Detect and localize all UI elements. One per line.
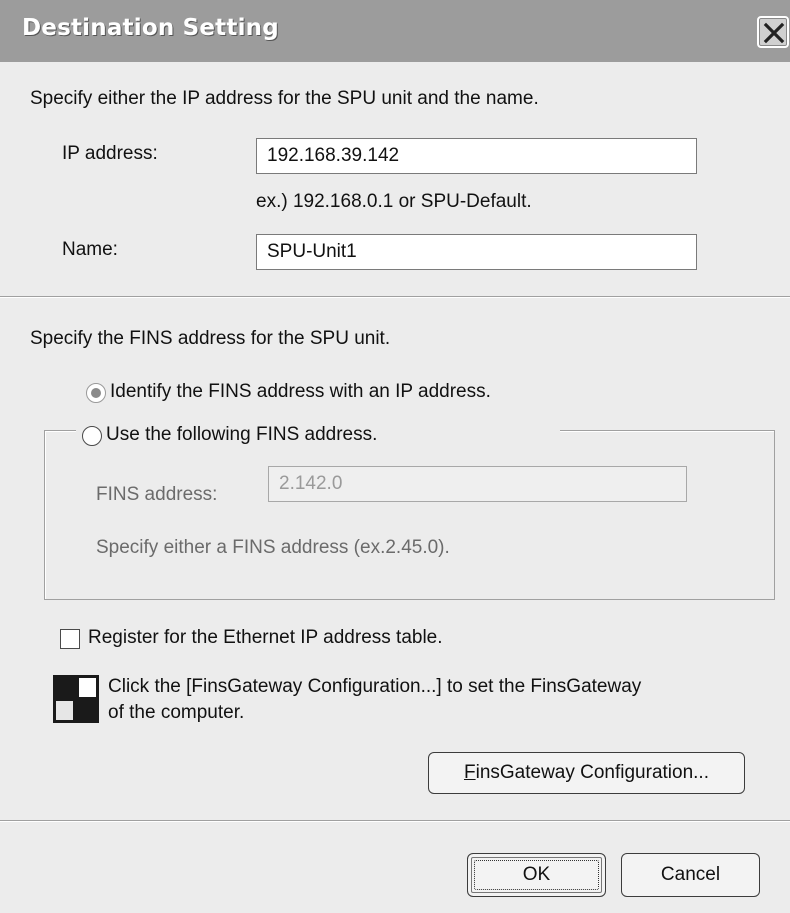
ok-button[interactable]: OK — [467, 853, 606, 897]
ip-address-example: ex.) 192.168.0.1 or SPU-Default. — [256, 191, 532, 212]
finsgateway-configuration-button[interactable]: FinsGateway Configuration... — [428, 752, 745, 794]
section-divider — [0, 296, 790, 298]
radio-identify-fins[interactable] — [86, 383, 106, 403]
radio-identify-fins-label[interactable]: Identify the FINS address with an IP add… — [110, 381, 491, 403]
finsgateway-icon — [53, 675, 99, 723]
spu-instruction: Specify either the IP address for the SP… — [30, 88, 539, 109]
cancel-button-label: Cancel — [660, 864, 721, 885]
footer-divider — [0, 820, 790, 822]
info-line-1: Click the [FinsGateway Configuration...]… — [108, 676, 642, 697]
fins-address-hint: Specify either a FINS address (ex.2.45.0… — [96, 537, 450, 558]
config-button-label: insGateway Configuration... — [475, 762, 709, 783]
fins-address-input[interactable]: 2.142.0 — [268, 466, 687, 502]
info-line-2: of the computer. — [108, 702, 245, 723]
destination-setting-dialog: Destination Setting Specify either the I… — [0, 0, 790, 913]
title-bar[interactable]: Destination Setting — [0, 0, 790, 62]
register-ethernet-checkbox[interactable] — [60, 629, 80, 649]
name-input[interactable]: SPU-Unit1 — [256, 234, 697, 270]
ip-address-input[interactable]: 192.168.39.142 — [256, 138, 697, 174]
radio-use-fins[interactable] — [82, 426, 102, 446]
config-button-mnemonic: F — [463, 762, 476, 783]
fins-address-label: FINS address: — [96, 484, 218, 505]
name-label: Name: — [62, 239, 118, 260]
close-icon — [763, 22, 785, 44]
close-button[interactable] — [757, 16, 789, 48]
cancel-button[interactable]: Cancel — [621, 853, 760, 897]
fins-address-group — [44, 430, 775, 600]
radio-use-fins-label[interactable]: Use the following FINS address. — [106, 424, 377, 446]
ip-address-label: IP address: — [62, 143, 158, 164]
fins-instruction: Specify the FINS address for the SPU uni… — [30, 328, 391, 349]
ok-focus-rect — [474, 860, 599, 890]
dialog-title: Destination Setting — [22, 15, 279, 41]
register-ethernet-label[interactable]: Register for the Ethernet IP address tab… — [88, 627, 443, 649]
